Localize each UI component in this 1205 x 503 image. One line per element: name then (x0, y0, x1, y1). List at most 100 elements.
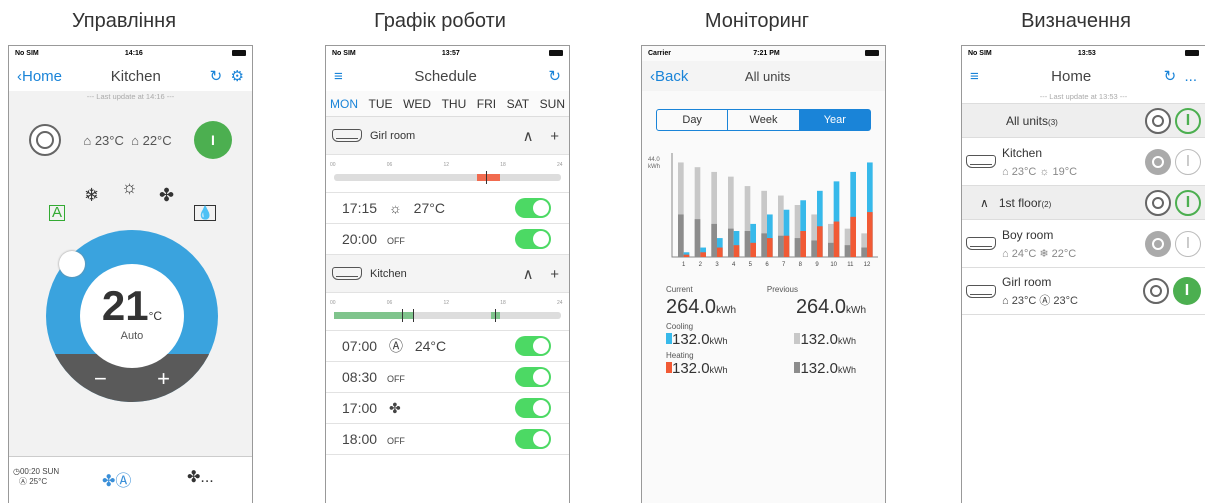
home-back-button[interactable]: ‹Home (17, 68, 62, 85)
tab-day-sat[interactable]: SAT (507, 97, 529, 111)
all-off-button[interactable] (1144, 107, 1171, 134)
tab-day-wed[interactable]: WED (403, 97, 431, 111)
heat-mode-icon[interactable]: ☼ (121, 177, 138, 198)
schedule-entry[interactable]: 17:15 ☼ 27°C (326, 193, 569, 224)
entry-temp: 27°C (413, 200, 445, 216)
entry-off: OFF (386, 436, 405, 446)
monitoring-screen: Carrier 7:21 PM ‹Back All units Day Week … (641, 45, 886, 503)
entry-toggle[interactable] (515, 398, 551, 418)
unit-on-button[interactable]: I (1173, 277, 1201, 305)
collapse-icon[interactable]: ∧ (523, 266, 534, 283)
add-entry-button[interactable]: + (550, 128, 559, 145)
chevron-up-icon[interactable]: ∧ (980, 196, 989, 210)
tab-day-thu[interactable]: THU (442, 97, 467, 111)
entry-time: 17:15 (342, 200, 378, 216)
gear-icon[interactable]: ⚙ (231, 68, 244, 85)
group-on-button[interactable]: I (1175, 189, 1201, 216)
group-off-button[interactable] (1144, 189, 1171, 216)
bar-s3-3 (717, 247, 723, 257)
power-off-button[interactable] (29, 124, 61, 156)
bar-s3-8 (800, 231, 806, 257)
status-bar: No SIM 14:16 (9, 46, 252, 61)
timeline-marker (486, 171, 488, 184)
power-on-button[interactable]: I (193, 121, 232, 159)
menu-icon[interactable]: ≡ (970, 68, 979, 85)
collapse-icon[interactable]: ∧ (523, 128, 534, 145)
increase-button[interactable]: + (157, 366, 170, 392)
entry-off: OFF (386, 374, 405, 384)
schedule-entry[interactable]: 18:00 OFF (326, 424, 569, 455)
heating-current: 132.0 (672, 360, 710, 377)
ac-unit-icon (966, 237, 996, 250)
all-on-button[interactable]: I (1175, 107, 1201, 134)
day-tabs: MON TUE WED THU FRI SAT SUN (326, 91, 569, 117)
back-button[interactable]: ‹Back (650, 68, 688, 85)
last-update: --- Last update at 14:16 --- (86, 92, 175, 101)
unit-on-button[interactable]: I (1175, 148, 1201, 175)
tick-label: 12 (443, 300, 450, 306)
entry-time: 08:30 (342, 369, 378, 385)
entry-toggle[interactable] (515, 198, 551, 218)
unit-row-kitchen[interactable]: Kitchen ⌂ 23°C ☼ 19°C I (962, 137, 1205, 185)
more-options-button[interactable]: ✤... (187, 467, 214, 487)
cool-mode-icon[interactable]: ❄ (84, 185, 99, 206)
auto-mode-icon[interactable]: A (49, 205, 66, 221)
all-units-label: All units (1006, 113, 1049, 128)
entry-toggle[interactable] (515, 429, 551, 449)
group-label: 1st floor (998, 195, 1042, 210)
dry-mode-icon[interactable]: 💧 (194, 205, 217, 221)
tab-day-fri[interactable]: FRI (477, 97, 496, 111)
tab-day-tue[interactable]: TUE (369, 97, 393, 111)
bar-s3-11 (850, 216, 856, 257)
entry-toggle[interactable] (515, 367, 551, 387)
unit-name: Boy room (1002, 227, 1054, 242)
timeline-marker (495, 309, 497, 322)
menu-icon[interactable]: ≡ (334, 68, 343, 85)
unit-name: Girl room (1002, 275, 1052, 289)
schedule-entry[interactable]: 17:00 ✤ (326, 393, 569, 424)
add-entry-button[interactable]: + (550, 266, 559, 283)
auto-icon: Ⓐ (1039, 295, 1051, 307)
unit-on-button[interactable]: I (1175, 230, 1201, 257)
ac-unit-icon (966, 284, 996, 298)
fan-icon: ✤ (388, 399, 401, 416)
unit-row-boy-room[interactable]: Boy room ⌂ 24°C ❄ 22°C I (962, 219, 1205, 267)
tab-year[interactable]: Year (799, 110, 870, 130)
refresh-icon[interactable]: ↻ (1164, 68, 1177, 85)
entry-toggle[interactable] (515, 229, 551, 249)
tab-day-sun[interactable]: SUN (540, 97, 565, 111)
room-name: Kitchen (370, 267, 407, 280)
tab-day-mon[interactable]: MON (330, 97, 358, 111)
schedule-entry[interactable]: 08:30 OFF (326, 362, 569, 393)
tick-label: 06 (386, 162, 393, 168)
schedule-group-header[interactable]: Kitchen ∧ + (326, 255, 569, 293)
unit-off-button[interactable] (1144, 230, 1171, 257)
schedule-group-header[interactable]: Girl room ∧ + (326, 117, 569, 155)
bar-s1-9 (811, 240, 817, 257)
timer-temp: 25°C (29, 477, 48, 486)
dial-knob[interactable] (59, 251, 85, 277)
tab-week[interactable]: Week (728, 110, 800, 130)
refresh-icon[interactable]: ↻ (548, 67, 561, 85)
schedule-entry[interactable]: 07:00 Ⓐ 24°C (326, 331, 569, 362)
page-title: Kitchen (110, 67, 161, 85)
unit-off-button[interactable] (1142, 278, 1169, 304)
entry-toggle[interactable] (515, 336, 551, 356)
status-bar: Carrier 7:21 PM (642, 46, 885, 61)
group-row-1st-floor[interactable]: ∧ 1st floor(2) I (962, 185, 1205, 219)
schedule-entry[interactable]: 20:00 OFF (326, 224, 569, 255)
more-icon[interactable]: ... (1184, 68, 1197, 85)
page-title: Home (1051, 67, 1092, 85)
period-tabs: Day Week Year (656, 109, 871, 131)
unit-row-girl-room[interactable]: Girl room ⌂ 23°C Ⓐ 23°C I (962, 267, 1205, 315)
bar-s1-1 (678, 214, 684, 257)
fan-auto-button[interactable]: ✤Ⓐ (102, 467, 131, 491)
fan-mode-icon[interactable]: ✤ (159, 185, 174, 206)
unit-off-button[interactable] (1144, 148, 1171, 175)
setpoint-value: 21 (101, 282, 149, 329)
refresh-icon[interactable]: ↻ (210, 68, 223, 85)
decrease-button[interactable]: − (94, 366, 107, 392)
all-units-row[interactable]: All units(3) I (962, 103, 1205, 137)
nav-bar: ≡ Schedule ↻ (326, 61, 569, 91)
tab-day[interactable]: Day (657, 110, 729, 130)
